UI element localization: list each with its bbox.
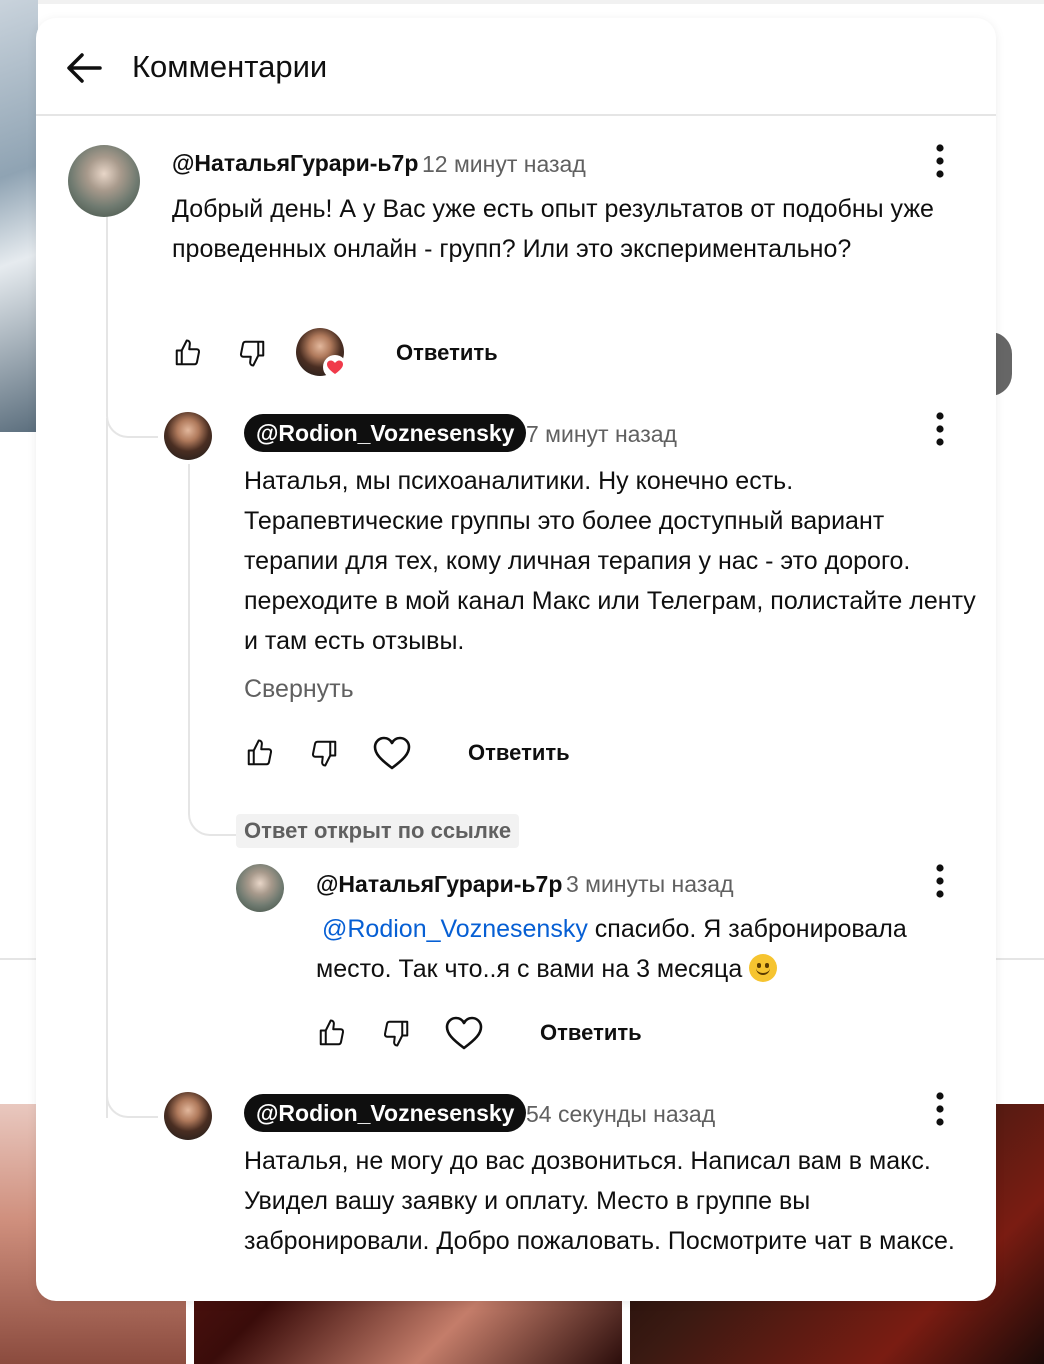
page-title: Комментарии xyxy=(132,49,328,84)
heart-button[interactable] xyxy=(442,1013,486,1053)
heart-icon xyxy=(445,1016,483,1050)
linked-reply-badge: Ответ открыт по ссылке xyxy=(236,814,520,848)
more-vert-icon[interactable] xyxy=(930,1090,950,1128)
back-button[interactable] xyxy=(60,44,108,92)
arrow-left-icon xyxy=(67,53,102,83)
dislike-button[interactable] xyxy=(304,733,344,773)
reply-button[interactable]: Ответить xyxy=(540,1020,642,1046)
thread-line xyxy=(106,1078,158,1118)
like-button[interactable] xyxy=(168,333,208,373)
background-divider-right xyxy=(996,958,1044,960)
like-button[interactable] xyxy=(312,1013,352,1053)
avatar[interactable] xyxy=(68,145,140,217)
thumb-up-icon xyxy=(175,339,201,366)
smiling-face-emoji-icon xyxy=(749,954,778,982)
avatar[interactable] xyxy=(164,1092,212,1140)
comments-header: Комментарии xyxy=(36,18,996,116)
reply-button[interactable]: Ответить xyxy=(396,340,498,366)
heart-icon xyxy=(373,736,411,770)
more-vert-icon[interactable] xyxy=(930,862,950,900)
avatar[interactable] xyxy=(164,412,212,460)
collapse-button[interactable]: Свернуть xyxy=(244,675,354,704)
mention-link[interactable]: @Rodion_Voznesensky xyxy=(322,915,588,943)
comment-author[interactable]: @НатальяГурари-ь7р xyxy=(316,871,562,898)
thumb-up-icon xyxy=(319,1019,345,1046)
thumb-down-icon xyxy=(239,340,265,367)
comment-text: Наталья, мы психоаналитики. Ну конечно е… xyxy=(244,467,976,655)
like-button[interactable] xyxy=(240,733,280,773)
more-vert-icon[interactable] xyxy=(930,410,950,448)
comment-text: Добрый день! А у Вас уже есть опыт резул… xyxy=(172,195,934,263)
comment-time[interactable]: 7 минут назад xyxy=(526,421,677,448)
comment-time[interactable]: 54 секунды назад xyxy=(526,1101,715,1128)
creator-author-badge[interactable]: @Rodion_Voznesensky xyxy=(244,1094,527,1132)
reply-button[interactable]: Ответить xyxy=(468,740,570,766)
comment-text: @Rodion_Voznesensky спасибо. Я заброниро… xyxy=(316,909,986,989)
background-image-fragment xyxy=(0,0,38,432)
dislike-button[interactable] xyxy=(232,333,272,373)
creator-author-badge[interactable]: @Rodion_Voznesensky xyxy=(244,414,527,452)
background-divider-left xyxy=(0,958,36,960)
thread-line xyxy=(106,214,158,438)
background-top-bar xyxy=(0,0,1044,4)
avatar[interactable] xyxy=(236,864,284,912)
comments-panel: Комментарии @НатальяГурари-ь7р 12 минут … xyxy=(36,18,996,1301)
thread-line xyxy=(188,464,238,836)
thumb-down-icon xyxy=(383,1020,409,1047)
comment-text: Наталья, не могу до вас дозвониться. Нап… xyxy=(244,1147,955,1255)
comment-author[interactable]: @НатальяГурари-ь7р xyxy=(172,150,418,177)
heart-badge-icon xyxy=(323,355,347,379)
comment-time[interactable]: 3 минуты назад xyxy=(566,871,734,898)
comment-time[interactable]: 12 минут назад xyxy=(422,151,586,178)
heart-button[interactable] xyxy=(370,733,414,773)
thumb-down-icon xyxy=(311,740,337,767)
dislike-button[interactable] xyxy=(376,1013,416,1053)
thread-line xyxy=(106,418,158,1118)
thumb-up-icon xyxy=(247,739,273,766)
more-vert-icon[interactable] xyxy=(930,142,950,180)
